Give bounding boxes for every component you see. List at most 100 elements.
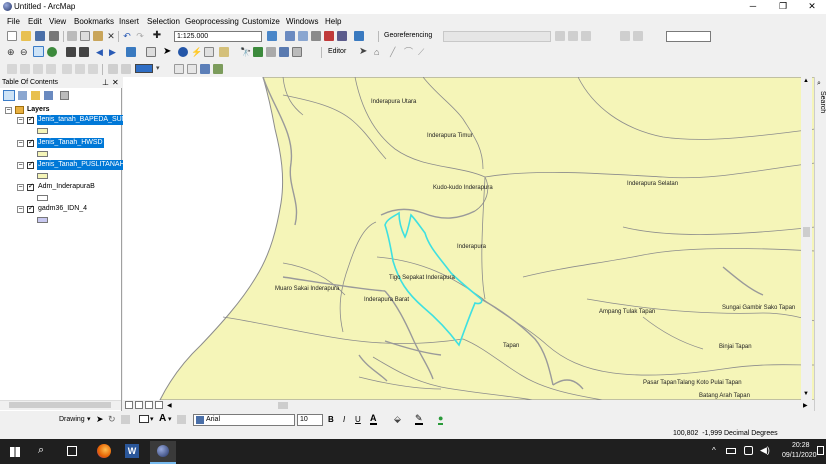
paste-icon[interactable] xyxy=(93,31,103,41)
fixed-zoom-out-icon[interactable] xyxy=(79,47,89,57)
catalog-window-icon[interactable] xyxy=(298,31,308,41)
copy-icon[interactable] xyxy=(80,31,90,41)
map-scale-combo[interactable]: 1:125.000 xyxy=(174,31,262,42)
rotate-icon[interactable] xyxy=(555,31,565,41)
toc-close-icon[interactable]: ✕ xyxy=(112,78,119,87)
georeferencing-menu[interactable]: Georeferencing xyxy=(384,32,432,39)
data-view-icon[interactable] xyxy=(125,401,133,409)
layer-visibility-checkbox[interactable] xyxy=(27,204,34,213)
swipe-icon[interactable] xyxy=(121,64,131,74)
rotate-edit-icon[interactable] xyxy=(46,64,56,74)
map-canvas[interactable]: Inderapura Utara Inderapura Timur Kudo-k… xyxy=(123,77,815,400)
layer-visibility-checkbox[interactable] xyxy=(27,182,34,191)
list-by-source-icon[interactable] xyxy=(18,91,27,100)
scroll-down-icon[interactable]: ▼ xyxy=(803,391,809,397)
georef-layer-combo[interactable] xyxy=(443,31,551,42)
battery-icon[interactable] xyxy=(726,448,736,454)
full-extent-icon[interactable] xyxy=(47,47,57,57)
windows-start-icon[interactable] xyxy=(10,447,20,457)
cut-icon[interactable] xyxy=(67,31,77,41)
bold-button[interactable]: B xyxy=(328,415,334,424)
drawing-menu[interactable]: Drawing xyxy=(59,416,85,423)
fixed-zoom-in-icon[interactable] xyxy=(66,47,76,57)
layer-symbol-swatch[interactable] xyxy=(37,173,48,179)
edit-tool-icon[interactable]: ➤ xyxy=(359,47,369,57)
word-icon[interactable]: W xyxy=(125,444,139,458)
menu-bookmarks[interactable]: Bookmarks xyxy=(74,17,114,26)
end-point-arc-icon[interactable]: ⌒ xyxy=(404,47,414,57)
show-hidden-icons-icon[interactable]: ^ xyxy=(712,446,716,455)
find-route-icon[interactable] xyxy=(253,47,263,57)
underline-button[interactable]: U xyxy=(355,415,361,424)
link-table-icon[interactable] xyxy=(620,31,630,41)
attributes-icon[interactable] xyxy=(62,64,72,74)
layout-page-icon[interactable] xyxy=(174,64,184,74)
clear-selection-icon[interactable] xyxy=(146,47,156,57)
edit-annotation-icon[interactable]: ⌂ xyxy=(374,47,384,57)
effects-layer-icon[interactable] xyxy=(108,64,118,74)
layer-symbol-swatch[interactable] xyxy=(37,195,48,201)
layer-visibility-checkbox[interactable] xyxy=(27,115,34,124)
undo-icon[interactable]: ↶ xyxy=(122,31,132,41)
firefox-icon[interactable] xyxy=(97,444,111,458)
menu-customize[interactable]: Customize xyxy=(242,17,280,26)
horizontal-scroll-thumb[interactable] xyxy=(278,402,288,409)
effects-dropdown-icon[interactable]: ▾ xyxy=(156,64,166,74)
toc-window-icon[interactable] xyxy=(285,31,295,41)
zoom-in-icon[interactable]: ⊕ xyxy=(7,47,17,57)
zoom-to-selected-icon[interactable] xyxy=(121,415,130,424)
collapse-icon[interactable]: − xyxy=(17,117,24,124)
edit-vertices-icon[interactable] xyxy=(177,415,186,424)
editor-toolbar-icon[interactable] xyxy=(267,31,277,41)
volume-icon[interactable]: ◀) xyxy=(760,445,770,456)
menu-selection[interactable]: Selection xyxy=(147,17,180,26)
snapping-icon[interactable] xyxy=(20,64,30,74)
rotate-element-icon[interactable]: ↻ xyxy=(108,414,116,425)
shift-icon[interactable] xyxy=(568,31,578,41)
pause-drawing-icon[interactable] xyxy=(155,401,163,409)
straight-segment-icon[interactable]: ╱ xyxy=(390,47,400,57)
identify-icon[interactable] xyxy=(178,47,188,57)
taskbar-date[interactable]: 09/11/2020 xyxy=(782,452,817,459)
collapse-icon[interactable]: − xyxy=(17,206,24,213)
font-color-icon[interactable]: A xyxy=(370,414,377,425)
open-folder-icon[interactable] xyxy=(21,31,31,41)
collapse-icon[interactable]: − xyxy=(17,184,24,191)
new-document-icon[interactable] xyxy=(7,31,17,41)
font-combo[interactable]: Arial xyxy=(193,414,295,426)
select-elements-icon[interactable]: ➤ xyxy=(163,47,173,57)
network-icon[interactable] xyxy=(744,446,753,455)
delete-icon[interactable]: ✕ xyxy=(106,31,116,41)
html-popup-icon[interactable] xyxy=(204,47,214,57)
toc-scroll-thumb[interactable] xyxy=(9,402,111,408)
model-builder-icon[interactable] xyxy=(354,31,364,41)
editor-menu[interactable]: Editor xyxy=(328,48,346,55)
collapse-icon[interactable]: − xyxy=(5,107,12,114)
layer-symbol-swatch[interactable] xyxy=(37,151,48,157)
list-by-visibility-icon[interactable] xyxy=(31,91,40,100)
layer-name[interactable]: Jenis_Tanah_PUSLITANAH xyxy=(37,160,126,170)
drawing-dropdown-icon[interactable]: ▾ xyxy=(87,415,91,423)
time-slider-icon[interactable] xyxy=(279,47,289,57)
text-dropdown-icon[interactable]: ▾ xyxy=(168,415,172,423)
add-control-points-icon[interactable] xyxy=(581,31,591,41)
topology-icon[interactable] xyxy=(7,64,17,74)
sketch-properties-icon[interactable] xyxy=(75,64,85,74)
trace-icon[interactable]: ⟋ xyxy=(418,47,428,57)
collapse-icon[interactable]: − xyxy=(17,140,24,147)
route-icon[interactable] xyxy=(213,64,223,74)
save-icon[interactable] xyxy=(35,31,45,41)
notifications-icon[interactable] xyxy=(817,446,824,455)
list-by-drawing-order-icon[interactable] xyxy=(3,90,15,101)
refresh-view-icon[interactable] xyxy=(145,401,153,409)
map-horizontal-scrollbar[interactable]: ◀ ▶ xyxy=(123,400,813,411)
redo-icon[interactable]: ↷ xyxy=(135,31,145,41)
create-features-icon[interactable] xyxy=(88,64,98,74)
back-icon[interactable]: ◀ xyxy=(96,47,106,57)
effects-color-combo[interactable] xyxy=(135,64,153,73)
search-icon[interactable]: ⌕ xyxy=(38,444,44,457)
select-features-icon[interactable] xyxy=(126,47,136,57)
search-window-icon[interactable] xyxy=(311,31,321,41)
zoom-whole-page-icon[interactable] xyxy=(187,64,197,74)
measure-icon[interactable] xyxy=(219,47,229,57)
